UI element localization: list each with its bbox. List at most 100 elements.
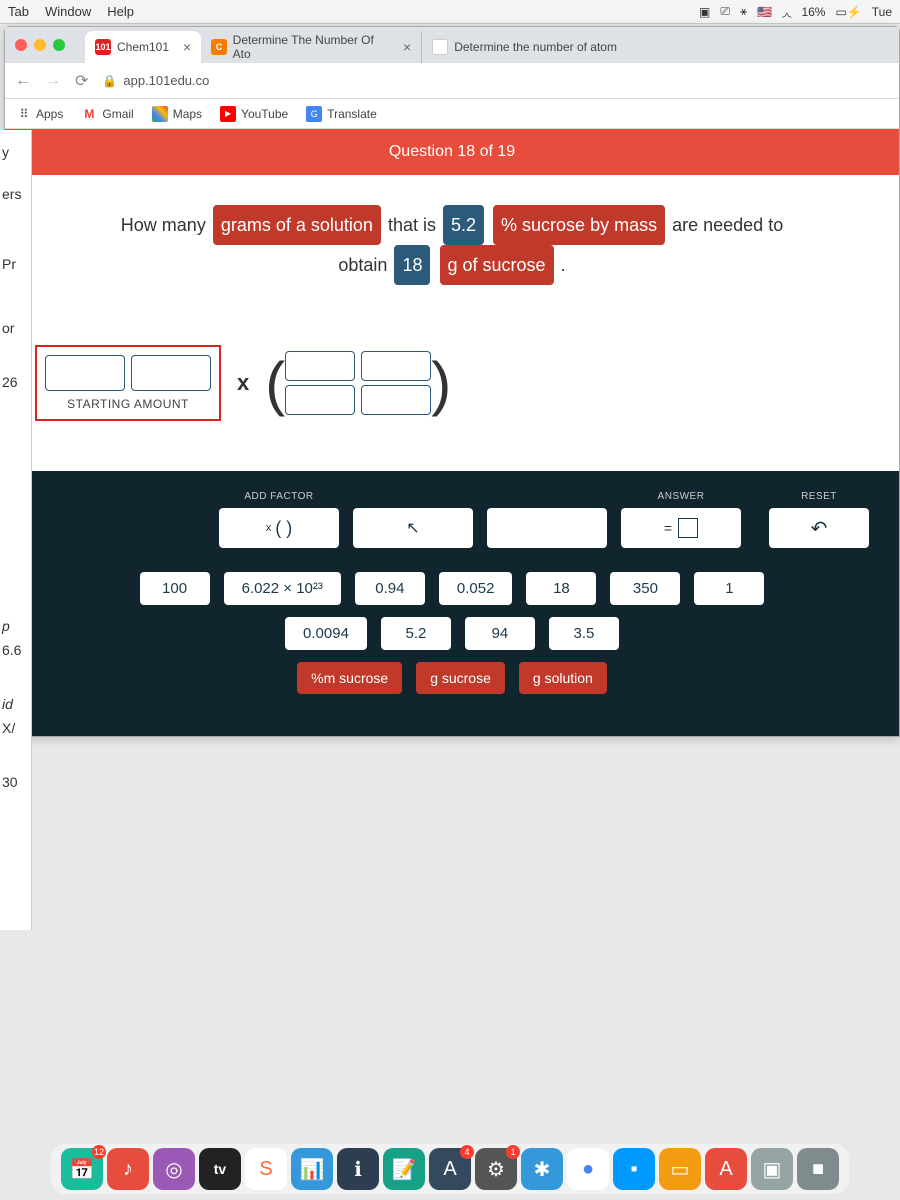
dock-app-icon[interactable]: ■ [797, 1148, 839, 1190]
youtube-icon: ▶ [220, 106, 236, 122]
dock-app-icon[interactable]: 📅12 [61, 1148, 103, 1190]
bookmark-maps[interactable]: Maps [152, 106, 202, 122]
badge: 4 [460, 1145, 474, 1159]
tab-label: Chem101 [117, 40, 169, 54]
wifi-icon[interactable]: ◞◟ [782, 5, 791, 19]
screen-icon[interactable]: ⎚ [720, 4, 730, 19]
dock-app-icon[interactable]: A [705, 1148, 747, 1190]
undo-icon: ↶ [811, 516, 828, 541]
unit-chips-row: %m sucrose g sucrose g solution [35, 662, 869, 694]
reset-button[interactable]: ↶ [769, 508, 869, 548]
mac-menubar: Tab Window Help ▣ ⎚ ⚹ 🇺🇸 ◞◟ 16% ▭⚡ Tue [0, 0, 900, 24]
tab-chem101[interactable]: 101 Chem101 × [85, 31, 201, 63]
dock-app-icon[interactable]: ▣ [751, 1148, 793, 1190]
question-text: How many grams of a solution that is 5.2… [25, 205, 879, 285]
reset-label: RESET [801, 491, 837, 502]
flag-icon[interactable]: 🇺🇸 [757, 5, 772, 19]
menu-window[interactable]: Window [45, 4, 91, 19]
favicon-101: 101 [95, 39, 111, 55]
starting-value-slot[interactable] [45, 355, 125, 391]
tool-panel: ADD FACTOR x ( ) ↖ ANSWER = [5, 471, 899, 736]
menu-help[interactable]: Help [107, 4, 134, 19]
menu-tab[interactable]: Tab [8, 4, 29, 19]
dock-app-icon[interactable]: ▭ [659, 1148, 701, 1190]
value-chip[interactable]: 6.022 × 10²³ [224, 572, 341, 605]
value-chip[interactable]: 0.052 [439, 572, 513, 605]
back-button[interactable]: ← [15, 72, 31, 90]
chip-grams-solution: grams of a solution [213, 205, 381, 245]
apps-button[interactable]: ⠿ Apps [15, 106, 63, 122]
numerator-value-slot[interactable] [285, 351, 355, 381]
blank-button[interactable] [487, 508, 607, 548]
unit-chip[interactable]: g solution [519, 662, 607, 694]
value-chip[interactable]: 94 [465, 617, 535, 650]
dock-app-icon[interactable]: ▪ [613, 1148, 655, 1190]
value-chip[interactable]: 1 [694, 572, 764, 605]
minimize-window-button[interactable] [34, 39, 46, 51]
close-window-button[interactable] [15, 39, 27, 51]
battery-icon[interactable]: ▭⚡ [835, 5, 861, 19]
content-area: How many grams of a solution that is 5.2… [5, 175, 899, 471]
value-chip[interactable]: 0.0094 [285, 617, 367, 650]
gmail-icon: M [81, 106, 97, 122]
starting-amount-box[interactable]: STARTING AMOUNT [35, 345, 221, 421]
dock-app-icon[interactable]: ● [567, 1148, 609, 1190]
question-header: ‹ Question 18 of 19 [5, 129, 899, 175]
translate-icon: G [306, 106, 322, 122]
bookmark-translate[interactable]: G Translate [306, 106, 377, 122]
unit-chip[interactable]: %m sucrose [297, 662, 402, 694]
add-factor-label: ADD FACTOR [244, 491, 313, 502]
dock-app-icon[interactable]: A4 [429, 1148, 471, 1190]
dock-app-icon[interactable]: ⚙1 [475, 1148, 517, 1190]
bookmark-gmail[interactable]: M Gmail [81, 106, 133, 122]
tab-label: Determine The Number Of Ato [233, 33, 389, 61]
lock-icon: 🔒 [102, 74, 117, 88]
unit-chip[interactable]: g sucrose [416, 662, 505, 694]
right-paren: ) [431, 349, 451, 418]
tab-determine-atoms[interactable]: C Determine The Number Of Ato × [201, 31, 421, 63]
camera-icon[interactable]: ▣ [699, 5, 710, 19]
dock-app-icon[interactable]: 📝 [383, 1148, 425, 1190]
close-tab-icon[interactable]: × [403, 39, 411, 55]
numerator-unit-slot[interactable] [361, 351, 431, 381]
value-chip[interactable]: 100 [140, 572, 210, 605]
value-chip[interactable]: 18 [526, 572, 596, 605]
url-text: app.101edu.co [123, 73, 209, 88]
tab-strip: 101 Chem101 × C Determine The Number Of … [5, 27, 899, 63]
starting-unit-slot[interactable] [131, 355, 211, 391]
tab-google-search[interactable]: G Determine the number of atom [421, 31, 627, 63]
answer-box-icon [678, 518, 698, 538]
chip-g-sucrose: g of sucrose [440, 245, 554, 285]
badge: 12 [92, 1145, 106, 1159]
maximize-window-button[interactable] [53, 39, 65, 51]
close-tab-icon[interactable]: × [183, 39, 191, 55]
browser-window: 101 Chem101 × C Determine The Number Of … [4, 26, 900, 737]
value-chip[interactable]: 3.5 [549, 617, 619, 650]
answer-button[interactable]: = [621, 508, 741, 548]
forward-button[interactable]: → [45, 72, 61, 90]
favicon-google: G [432, 39, 448, 55]
bookmark-youtube[interactable]: ▶ YouTube [220, 106, 288, 122]
dock-app-icon[interactable]: ◎ [153, 1148, 195, 1190]
denominator-value-slot[interactable] [285, 385, 355, 415]
bluetooth-icon[interactable]: ⚹ [740, 4, 747, 19]
dock-app-icon[interactable]: ℹ [337, 1148, 379, 1190]
url-field[interactable]: 🔒 app.101edu.co [102, 73, 209, 88]
left-paren: ( [265, 349, 285, 418]
dock-app-icon[interactable]: tv [199, 1148, 241, 1190]
dock-app-icon[interactable]: 📊 [291, 1148, 333, 1190]
dock-app-icon[interactable]: ✱ [521, 1148, 563, 1190]
denominator-unit-slot[interactable] [361, 385, 431, 415]
maps-icon [152, 106, 168, 122]
value-chip[interactable]: 0.94 [355, 572, 425, 605]
cursor-button[interactable]: ↖ [353, 508, 473, 548]
chip-value-5-2: 5.2 [443, 205, 484, 245]
dock-app-icon[interactable]: ♪ [107, 1148, 149, 1190]
chip-value-18: 18 [394, 245, 430, 285]
reload-button[interactable]: ⟳ [75, 71, 88, 91]
bookmarks-bar: ⠿ Apps M Gmail Maps ▶ YouTube G Translat… [5, 99, 899, 129]
value-chip[interactable]: 350 [610, 572, 680, 605]
add-factor-button[interactable]: x ( ) [219, 508, 339, 548]
value-chip[interactable]: 5.2 [381, 617, 451, 650]
dock-app-icon[interactable]: S [245, 1148, 287, 1190]
